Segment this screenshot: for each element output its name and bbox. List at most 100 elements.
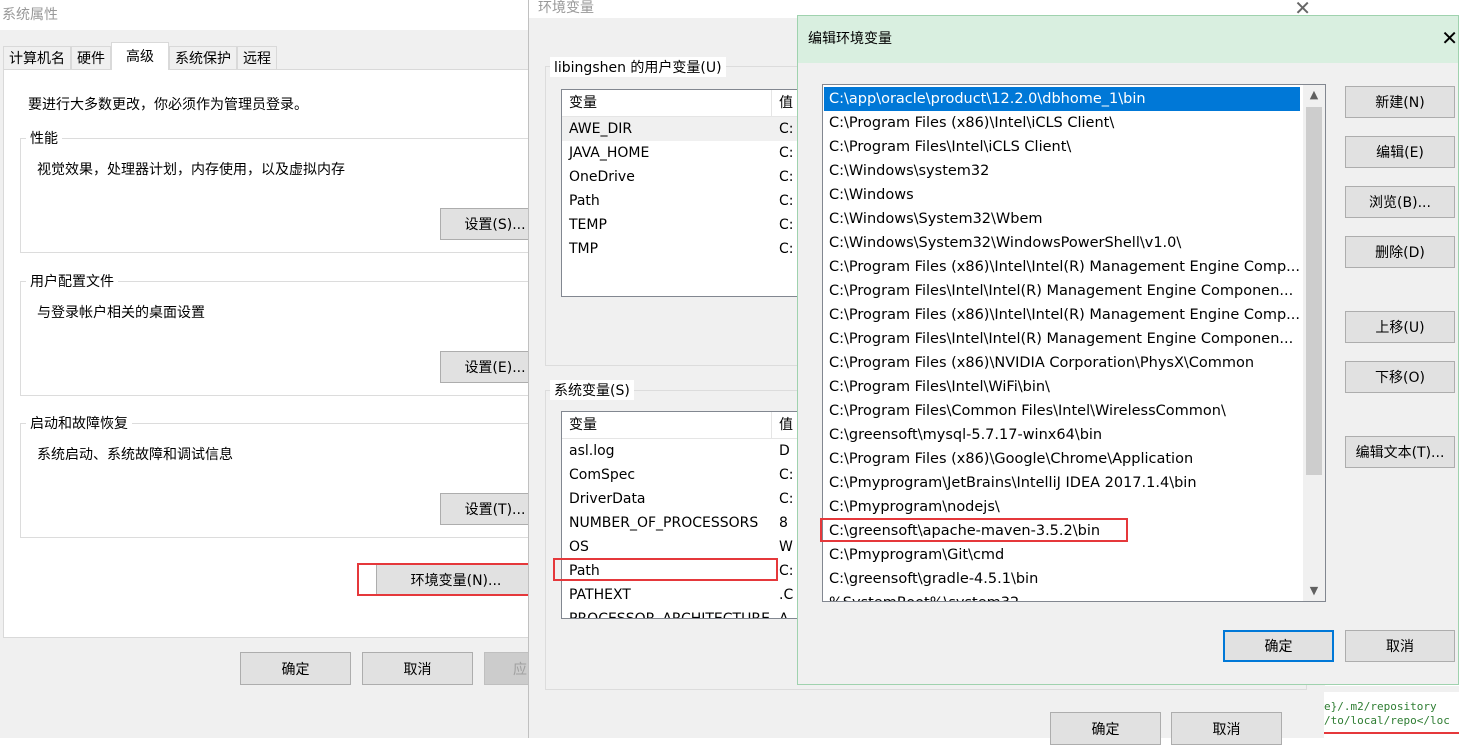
path-item[interactable]: C:\greensoft\gradle-4.5.1\bin [824, 567, 1300, 591]
variable-value: C: [779, 467, 794, 483]
variable-value: C: [779, 193, 794, 209]
path-item[interactable]: C:\Program Files (x86)\Intel\Intel(R) Ma… [824, 303, 1300, 327]
red-underline [1324, 732, 1459, 734]
variable-name: OS [569, 539, 589, 555]
column-header-value[interactable]: 值 [772, 90, 793, 116]
table-row[interactable]: JAVA_HOME C: [562, 141, 806, 165]
code-line: /to/local/repo</loc [1324, 714, 1450, 727]
path-item[interactable]: C:\Program Files (x86)\Intel\Intel(R) Ma… [824, 255, 1300, 279]
delete-button[interactable]: 删除(D) [1345, 236, 1455, 268]
path-item[interactable]: C:\Pmyprogram\Git\cmd [824, 543, 1300, 567]
user-variables-list[interactable]: 变量 值 AWE_DIR C: JAVA_HOME C: OneDrive C: Pa… [561, 89, 807, 297]
variable-value: C: [779, 145, 794, 161]
variable-value: C: [779, 241, 794, 257]
tab-computer-name[interactable]: 计算机名 [3, 46, 71, 70]
move-down-button[interactable]: 下移(O) [1345, 361, 1455, 393]
tab-bar: 计算机名 硬件 高级 系统保护 远程 [3, 42, 277, 70]
system-variables-title: 系统变量(S) [550, 380, 634, 400]
path-item[interactable]: C:\Program Files\Intel\Intel(R) Manageme… [824, 327, 1300, 351]
variable-name: ComSpec [569, 467, 636, 483]
variable-name: PATHEXT [569, 587, 631, 603]
table-row[interactable]: asl.log D [562, 439, 806, 463]
browse-button[interactable]: 浏览(B)... [1345, 186, 1455, 218]
variable-name: PROCESSOR_ARCHITECTURE [569, 611, 770, 619]
scroll-up-icon[interactable]: ▲ [1303, 85, 1325, 105]
edit-text-button[interactable]: 编辑文本(T)... [1345, 436, 1455, 468]
table-row[interactable]: TMP C: [562, 237, 806, 261]
path-item[interactable]: C:\Program Files (x86)\Intel\iCLS Client… [824, 111, 1300, 135]
tab-system-protection[interactable]: 系统保护 [169, 46, 237, 70]
column-header-variable[interactable]: 变量 [562, 412, 772, 438]
path-item[interactable]: C:\Pmyprogram\nodejs\ [824, 495, 1300, 519]
edit-button[interactable]: 编辑(E) [1345, 136, 1455, 168]
startup-recovery-desc: 系统启动、系统故障和调试信息 [37, 447, 233, 463]
path-item[interactable]: %SystemRoot%\system32 [824, 591, 1300, 601]
path-item[interactable]: C:\app\oracle\product\12.2.0\dbhome_1\bi… [824, 87, 1300, 111]
column-header-variable[interactable]: 变量 [562, 90, 772, 116]
edit-environment-variable-dialog: 编辑环境变量 ✕ C:\app\oracle\product\12.2.0\db… [797, 15, 1459, 685]
path-item[interactable]: C:\Windows [824, 183, 1300, 207]
tab-hardware[interactable]: 硬件 [71, 46, 111, 70]
ok-button[interactable]: 确定 [1050, 712, 1161, 745]
path-list[interactable]: C:\app\oracle\product\12.2.0\dbhome_1\bi… [822, 84, 1326, 602]
dialog-title: 编辑环境变量 [798, 16, 1458, 63]
new-button[interactable]: 新建(N) [1345, 86, 1455, 118]
cancel-button[interactable]: 取消 [362, 652, 473, 685]
scroll-down-icon[interactable]: ▼ [1303, 581, 1325, 601]
list-header: 变量 值 [562, 90, 806, 117]
cancel-button[interactable]: 取消 [1171, 712, 1282, 745]
ok-button[interactable]: 确定 [240, 652, 351, 685]
path-item[interactable]: C:\Program Files (x86)\NVIDIA Corporatio… [824, 351, 1300, 375]
table-row[interactable]: NUMBER_OF_PROCESSORS 8 [562, 511, 806, 535]
path-item[interactable]: C:\Program Files\Intel\WiFi\bin\ [824, 375, 1300, 399]
close-icon[interactable]: ✕ [1441, 28, 1458, 48]
variable-name: TEMP [569, 217, 607, 233]
variable-value: A [779, 611, 789, 619]
variable-name: JAVA_HOME [569, 145, 650, 161]
system-variables-list[interactable]: 变量 值 asl.log D ComSpec C: DriverData C: NUM… [561, 411, 807, 619]
variable-name: OneDrive [569, 169, 635, 185]
path-item[interactable]: C:\Windows\System32\WindowsPowerShell\v1… [824, 231, 1300, 255]
variable-value: .C [779, 587, 794, 603]
admin-note: 要进行大多数更改，你必须作为管理员登录。 [28, 97, 308, 113]
table-row[interactable]: OneDrive C: [562, 165, 806, 189]
path-item[interactable]: C:\Program Files\Common Files\Intel\Wire… [824, 399, 1300, 423]
table-row[interactable]: DriverData C: [562, 487, 806, 511]
table-row[interactable]: PATHEXT .C [562, 583, 806, 607]
tab-advanced[interactable]: 高级 [111, 42, 169, 70]
path-item[interactable]: C:\greensoft\mysql-5.7.17-winx64\bin [824, 423, 1300, 447]
variable-name: AWE_DIR [569, 121, 633, 137]
variable-value: W [779, 539, 793, 555]
advanced-panel: 要进行大多数更改，你必须作为管理员登录。 性能 视觉效果，处理器计划，内存使用，… [3, 69, 550, 638]
environment-variables-button[interactable]: 环境变量(N)... [376, 564, 536, 596]
table-row[interactable]: Path C: [562, 189, 806, 213]
path-item[interactable]: C:\Pmyprogram\JetBrains\IntelliJ IDEA 20… [824, 471, 1300, 495]
user-profiles-desc: 与登录帐户相关的桌面设置 [37, 305, 205, 321]
vertical-scrollbar[interactable]: ▲ ▼ [1303, 85, 1325, 601]
code-snippet: e}/.m2/repository /to/local/repo</loc [1324, 686, 1459, 738]
cancel-button[interactable]: 取消 [1345, 630, 1455, 662]
table-row[interactable]: ComSpec C: [562, 463, 806, 487]
path-item[interactable]: C:\Windows\System32\Wbem [824, 207, 1300, 231]
variable-name: NUMBER_OF_PROCESSORS [569, 515, 759, 531]
table-row[interactable]: Path C: [562, 559, 806, 583]
startup-recovery-title: 启动和故障恢复 [26, 413, 132, 433]
table-row[interactable]: OS W [562, 535, 806, 559]
variable-name: TMP [569, 241, 599, 257]
variable-value: C: [779, 121, 794, 137]
variable-value: C: [779, 217, 794, 233]
column-header-value[interactable]: 值 [772, 412, 793, 438]
tab-remote[interactable]: 远程 [237, 46, 277, 70]
path-item[interactable]: C:\Program Files (x86)\Google\Chrome\App… [824, 447, 1300, 471]
table-row[interactable]: TEMP C: [562, 213, 806, 237]
path-item[interactable]: C:\greensoft\apache-maven-3.5.2\bin [824, 519, 1300, 543]
table-row[interactable]: AWE_DIR C: [562, 117, 806, 141]
table-row[interactable]: PROCESSOR_ARCHITECTURE A [562, 607, 806, 619]
move-up-button[interactable]: 上移(U) [1345, 311, 1455, 343]
path-item[interactable]: C:\Program Files\Intel\Intel(R) Manageme… [824, 279, 1300, 303]
path-item[interactable]: C:\Program Files\Intel\iCLS Client\ [824, 135, 1300, 159]
user-profiles-title: 用户配置文件 [26, 271, 118, 291]
path-item[interactable]: C:\Windows\system32 [824, 159, 1300, 183]
scrollbar-thumb[interactable] [1306, 107, 1322, 475]
ok-button[interactable]: 确定 [1223, 630, 1334, 662]
